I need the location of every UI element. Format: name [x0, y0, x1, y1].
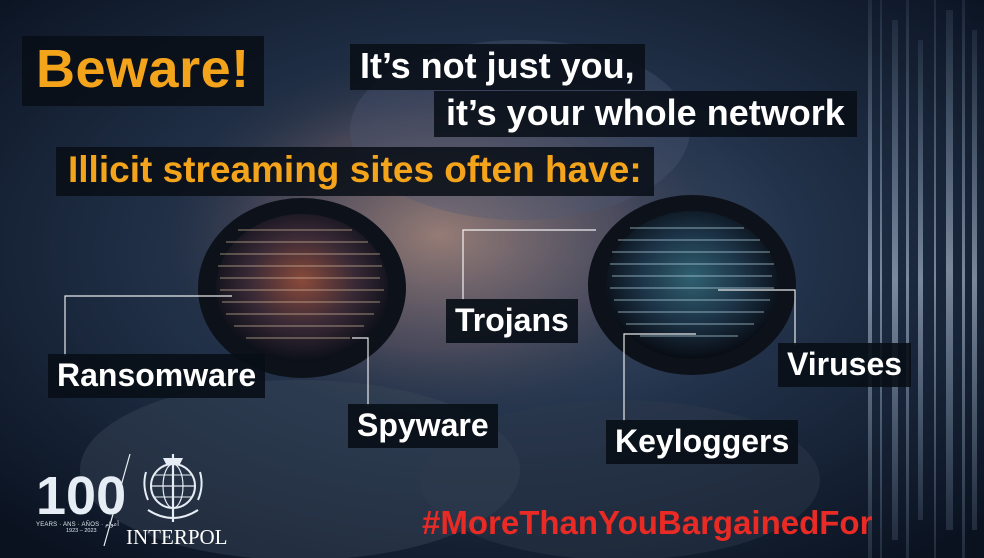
threat-label-viruses: Viruses [778, 343, 912, 387]
years-text: YEARS · ANS · AÑOS · أعوام [36, 522, 119, 528]
threat-label-keyloggers: Keyloggers [606, 420, 799, 464]
years-range: 1923 – 2023 [66, 528, 97, 534]
threat-label-trojans: Trojans [446, 299, 578, 343]
headline-line-1: It’s not just you, [350, 44, 645, 90]
threat-label-ransomware: Ransomware [48, 354, 266, 398]
threat-label-spyware: Spyware [348, 404, 498, 448]
campaign-hashtag: #MoreThanYouBargainedFor [422, 504, 873, 541]
interpol-emblem-icon [143, 454, 203, 522]
poster: Beware! It’s not just you, it’s your who… [0, 0, 984, 558]
interpol-wordmark: INTERPOL [126, 525, 228, 549]
beware-heading: Beware! [22, 36, 264, 106]
subheading: Illicit streaming sites often have: [56, 147, 654, 196]
headline-line-2: it’s your whole network [434, 91, 857, 137]
